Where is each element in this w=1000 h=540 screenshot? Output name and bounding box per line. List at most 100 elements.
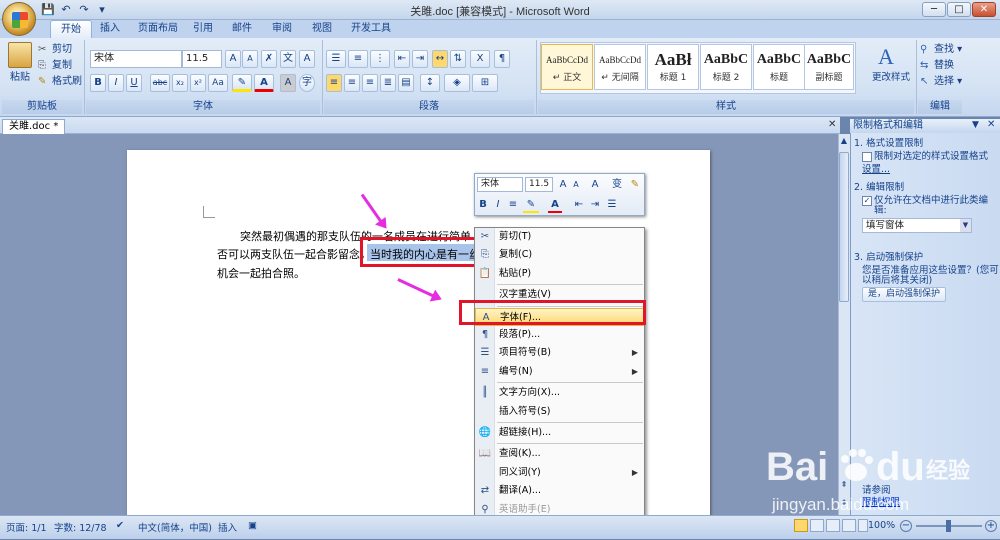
strikethrough-button[interactable]: abc — [150, 74, 170, 92]
bold-button[interactable]: B — [90, 74, 106, 92]
underline-button[interactable]: U — [126, 74, 142, 92]
close-button[interactable]: ✕ — [972, 2, 996, 17]
draft-icon[interactable] — [858, 519, 868, 532]
menu-item[interactable]: 📋 粘贴(P) — [475, 265, 644, 283]
replace-button[interactable]: 替换 — [934, 58, 954, 74]
web-layout-icon[interactable] — [826, 519, 840, 532]
select-icon[interactable]: ↖ — [920, 74, 928, 90]
tab-mailings[interactable]: 邮件 — [222, 20, 262, 38]
menu-item[interactable]: ║ 文字方向(X)... — [475, 384, 644, 402]
mini-styles-icon[interactable]: A — [588, 177, 602, 193]
print-layout-icon[interactable] — [794, 519, 808, 532]
find-icon[interactable]: ⚲ — [920, 42, 927, 58]
menu-item[interactable]: ⎘ 复制(C) — [475, 246, 644, 264]
font-color-icon[interactable]: A — [254, 74, 274, 92]
close-doc-icon[interactable]: ✕ — [828, 119, 836, 130]
cut-button[interactable]: 剪切 — [52, 42, 72, 58]
zoom-slider-thumb[interactable] — [946, 520, 951, 532]
font-size-field[interactable]: 11.5 — [182, 50, 222, 68]
show-marks-icon[interactable]: ¶ — [494, 50, 510, 68]
phonetic-guide-icon[interactable]: 文 — [280, 50, 296, 68]
tab-page-layout[interactable]: 页面布局 — [128, 20, 188, 38]
multilevel-list-icon[interactable]: ⋮ — [370, 50, 390, 68]
clear-format-icon[interactable]: ✗ — [261, 50, 277, 68]
zoom-in-icon[interactable]: + — [985, 520, 997, 532]
mini-size-field[interactable]: 11.5 — [525, 177, 553, 192]
mini-format-painter-icon[interactable]: ✎ — [628, 177, 642, 193]
menu-item[interactable]: ¶ 段落(P)... — [475, 326, 644, 344]
mini-bold-icon[interactable]: B — [477, 197, 489, 213]
replace-icon[interactable]: ⇆ — [920, 58, 928, 74]
tab-review[interactable]: 审阅 — [262, 20, 302, 38]
paste-button[interactable]: 粘贴 — [10, 70, 30, 86]
style-subtitle[interactable]: AaBbC 副标题 — [804, 44, 854, 90]
line-spacing-icon[interactable]: ↕ — [420, 74, 440, 92]
zoom-level[interactable]: 100% — [868, 520, 895, 531]
mini-font-color-icon[interactable]: A — [548, 197, 562, 213]
language-status[interactable]: 中文(简体，中国) — [138, 520, 212, 534]
menu-item[interactable]: 🌐 超链接(H)... — [475, 424, 644, 442]
copy-button[interactable]: 复制 — [52, 58, 72, 74]
style-title[interactable]: AaBbC 标题 — [753, 44, 805, 90]
tab-view[interactable]: 视图 — [302, 20, 342, 38]
mini-center-icon[interactable]: ≡ — [507, 197, 519, 213]
doc-line-2[interactable]: 否可以两支队伍一起合影留念， — [217, 246, 371, 262]
pane-menu-icon[interactable]: ▼ — [972, 120, 979, 130]
style-heading-2[interactable]: AaBbC 标题 2 — [700, 44, 752, 90]
align-left-icon[interactable]: ≡ — [326, 74, 342, 92]
char-shading-icon[interactable]: A — [280, 74, 296, 92]
shading-icon[interactable]: ◈ — [444, 74, 470, 92]
mini-bullets-icon[interactable]: ☰ — [605, 197, 619, 213]
italic-button[interactable]: I — [108, 74, 124, 92]
find-button[interactable]: 查找 ▾ — [934, 42, 962, 58]
align-center-icon[interactable]: ≡ — [344, 74, 360, 92]
bullets-icon[interactable]: ☰ — [326, 50, 346, 68]
superscript-button[interactable]: x² — [190, 74, 206, 92]
select-arrow-icon[interactable]: ▼ — [960, 219, 971, 232]
macro-record-icon[interactable]: ▣ — [248, 520, 257, 531]
document-tab[interactable]: 关雎.doc * — [2, 119, 66, 134]
menu-item[interactable]: ✂ 剪切(T) — [475, 228, 644, 246]
format-painter-icon[interactable]: ✎ — [38, 74, 46, 90]
select-button[interactable]: 选择 ▾ — [934, 74, 962, 90]
insert-mode[interactable]: 插入 — [218, 520, 237, 534]
style-heading-1[interactable]: AaBł 标题 1 — [647, 44, 699, 90]
enclose-char-icon[interactable]: 字 — [299, 74, 315, 92]
char-border-icon[interactable]: A — [299, 50, 315, 68]
mini-increase-indent-icon[interactable]: ⇥ — [589, 197, 601, 213]
font-name-field[interactable]: 宋体 — [90, 50, 182, 68]
subscript-button[interactable]: x₂ — [172, 74, 188, 92]
menu-item[interactable]: 📖 查阅(K)... — [475, 445, 644, 463]
numbering-icon[interactable]: ≡ — [348, 50, 368, 68]
tab-home[interactable]: 开始 — [50, 20, 92, 38]
menu-item[interactable]: 插入符号(S) — [475, 403, 644, 421]
decrease-indent-icon[interactable]: ⇤ — [394, 50, 410, 68]
menu-item[interactable]: ☰ 项目符号(B) ▶ — [475, 344, 644, 362]
zoom-out-icon[interactable]: − — [900, 520, 912, 532]
change-case-button[interactable]: Aa — [208, 74, 228, 92]
increase-indent-icon[interactable]: ⇥ — [412, 50, 428, 68]
redo-icon[interactable]: ↷ — [76, 2, 92, 18]
format-painter-button[interactable]: 格式刷 — [52, 74, 82, 90]
save-icon[interactable]: 💾 — [40, 2, 56, 18]
undo-icon[interactable]: ↶ — [58, 2, 74, 18]
proofing-icon[interactable]: ✔ — [116, 520, 124, 531]
edit-restrict-checkbox[interactable]: ✓ — [862, 196, 872, 206]
chinese-layout-icon[interactable]: ↔ — [432, 50, 448, 68]
menu-item[interactable]: 同义词(Y) ▶ — [475, 464, 644, 482]
maximize-button[interactable]: □ — [947, 2, 971, 17]
paste-icon[interactable] — [8, 42, 32, 68]
menu-item[interactable]: ⇄ 翻译(A)... — [475, 482, 644, 500]
edit-type-select[interactable]: 填写窗体 — [862, 218, 972, 233]
minimize-button[interactable]: ─ — [922, 2, 946, 17]
page-count[interactable]: 页面: 1/1 — [6, 520, 47, 534]
tab-insert[interactable]: 插入 — [90, 20, 130, 38]
mini-phonetic-icon[interactable]: 变 — [610, 177, 624, 193]
change-styles-icon[interactable]: A — [878, 44, 894, 70]
style-no-spacing[interactable]: AaBbCcDd ↵ 无间隔 — [594, 44, 646, 90]
office-button[interactable] — [2, 2, 36, 36]
tab-developer[interactable]: 开发工具 — [341, 20, 401, 38]
scroll-up-icon[interactable]: ▲ — [839, 136, 849, 148]
highlight-icon[interactable]: ✎ — [232, 74, 252, 92]
copy-icon[interactable]: ⎘ — [38, 58, 46, 74]
